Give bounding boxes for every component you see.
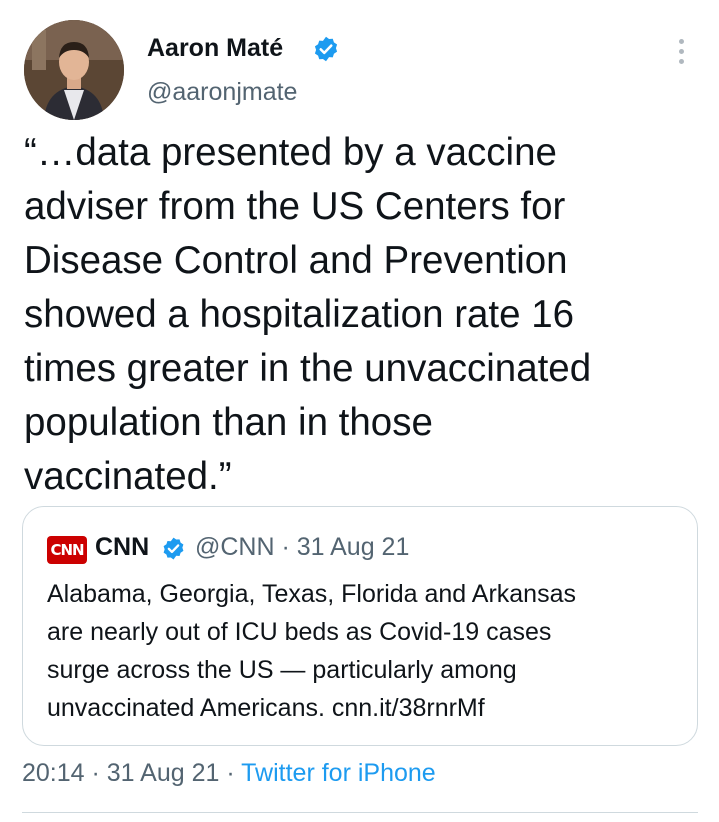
tweet-text-line: adviser from the US Centers for [24, 185, 566, 228]
more-options-button[interactable] [666, 33, 696, 69]
author-name[interactable]: Aaron Maté [147, 34, 283, 63]
tweet-text-line: population than in those [24, 401, 433, 444]
quoted-tweet-text: Alabama, Georgia, Texas, Florida and Ark… [47, 575, 677, 727]
more-dot-icon [678, 38, 684, 44]
tweet-text-line: “…data presented by a vaccine [24, 131, 557, 174]
quoted-author-name[interactable]: CNN [95, 533, 149, 562]
tweet-text-line: showed a hospitalization rate 16 [24, 293, 575, 336]
author-handle[interactable]: @aaronjmate [147, 78, 297, 107]
tweet-text-line: Disease Control and Prevention [24, 239, 568, 282]
quoted-tweet-card[interactable]: CNN CNN @CNN · 31 Aug 21 Alabama, Georgi… [22, 506, 698, 746]
quoted-text-line: surge across the US — particularly among [47, 656, 517, 684]
tweet: Aaron Maté @aaronjmate “…data presented … [0, 0, 719, 822]
avatar-photo [24, 20, 124, 120]
verified-badge-icon [314, 36, 338, 62]
verified-badge-icon [163, 537, 184, 560]
quoted-handle-date: @CNN · 31 Aug 21 [195, 533, 410, 561]
tweet-text-line: times greater in the unvaccinated [24, 347, 592, 390]
tweet-timestamp[interactable]: 20:14 · 31 Aug 21 · [22, 759, 241, 787]
divider [22, 812, 698, 813]
tweet-text-line: vaccinated.” [24, 455, 232, 498]
quoted-text-line: are nearly out of ICU beds as Covid-19 c… [47, 618, 552, 646]
quoted-text-line: unvaccinated Americans. cnn.it/38rnrMf [47, 694, 485, 722]
more-dot-icon [678, 48, 684, 54]
tweet-text: “…data presented by a vaccine adviser fr… [24, 126, 704, 504]
avatar[interactable] [24, 20, 124, 120]
more-dot-icon [678, 58, 684, 64]
quoted-text-line: Alabama, Georgia, Texas, Florida and Ark… [47, 580, 576, 608]
tweet-timestamp-row: 20:14 · 31 Aug 21 · Twitter for iPhone [22, 759, 436, 788]
tweet-source-link[interactable]: Twitter for iPhone [241, 759, 436, 787]
cnn-logo-icon: CNN [47, 536, 87, 564]
